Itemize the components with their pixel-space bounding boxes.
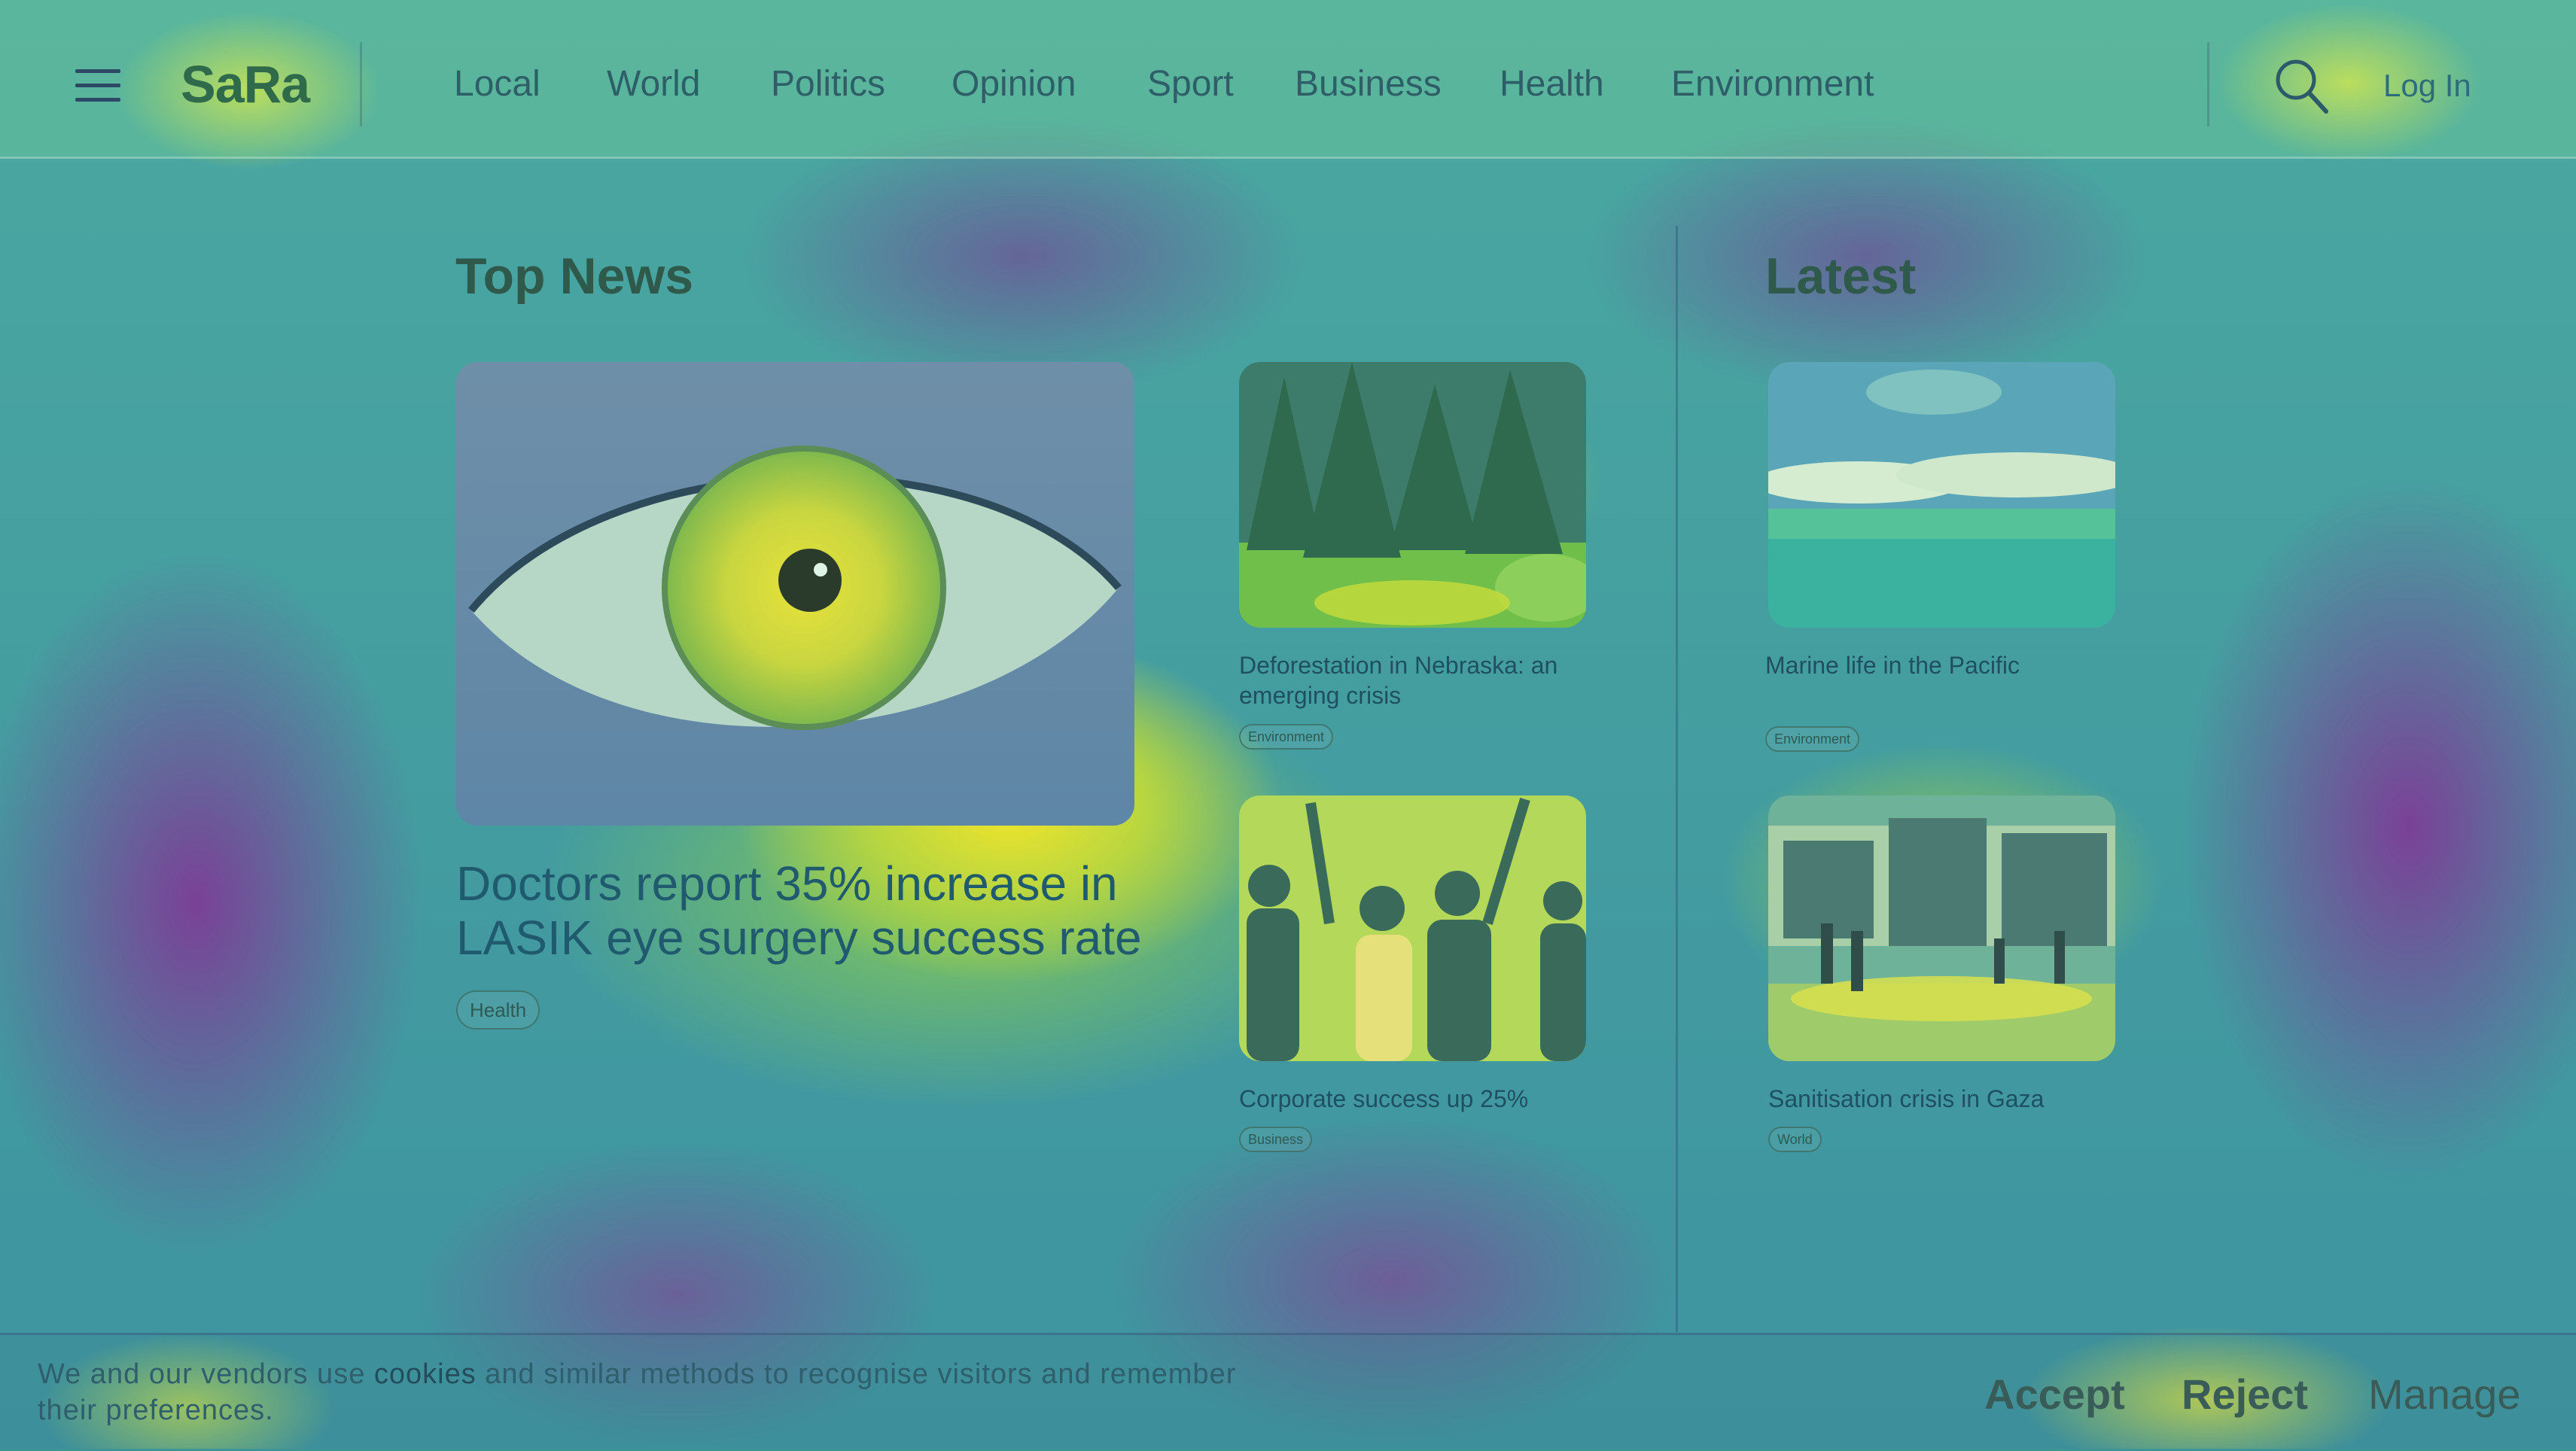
accept-button[interactable]: Accept	[1984, 1370, 2125, 1419]
manage-button[interactable]: Manage	[2368, 1370, 2520, 1419]
ocean-tag-environment[interactable]: Environment	[1765, 726, 1860, 752]
top-news-heading: Top News	[455, 248, 694, 305]
corporate-caption[interactable]: Corporate success up 25%	[1239, 1084, 1593, 1114]
column-divider	[1676, 226, 1678, 1332]
feature-headline[interactable]: Doctors report 35% increase in LASIK eye…	[456, 856, 1149, 965]
site-header: SaRa Local World Politics Opinion Sport …	[0, 0, 2576, 159]
forest-tag-environment[interactable]: Environment	[1239, 724, 1334, 750]
gaza-tag-world[interactable]: World	[1768, 1127, 1822, 1152]
nav-local[interactable]: Local	[454, 63, 540, 105]
cookie-message: We and our vendors use cookies and simil…	[38, 1358, 1237, 1426]
nav-world[interactable]: World	[607, 63, 700, 105]
forest-image[interactable]	[1239, 362, 1586, 628]
cookie-banner: We and our vendors use cookies and simil…	[0, 1333, 2576, 1451]
feature-image-eye[interactable]	[456, 362, 1134, 826]
cookies-link[interactable]: cookies	[374, 1358, 477, 1390]
header-divider-right	[2207, 42, 2209, 126]
nav-sport[interactable]: Sport	[1147, 63, 1234, 105]
gaza-image[interactable]	[1768, 795, 2115, 1061]
news-page: SaRa Local World Politics Opinion Sport …	[0, 0, 2576, 1451]
ocean-caption[interactable]: Marine life in the Pacific	[1765, 650, 2119, 680]
latest-heading: Latest	[1765, 248, 1917, 305]
gaza-caption[interactable]: Sanitisation crisis in Gaza	[1768, 1084, 2122, 1114]
site-logo[interactable]: SaRa	[181, 54, 310, 114]
nav-opinion[interactable]: Opinion	[952, 63, 1076, 105]
forest-caption[interactable]: Deforestation in Nebraska: an emerging c…	[1239, 650, 1593, 710]
corporate-tag-business[interactable]: Business	[1239, 1127, 1313, 1152]
nav-business[interactable]: Business	[1295, 63, 1442, 105]
feature-tag-health[interactable]: Health	[456, 990, 540, 1030]
hamburger-menu-icon[interactable]	[75, 69, 120, 102]
login-link[interactable]: Log In	[2383, 68, 2471, 104]
corporate-image[interactable]	[1239, 795, 1586, 1061]
nav-environment[interactable]: Environment	[1671, 63, 1874, 105]
nav-politics[interactable]: Politics	[771, 63, 885, 105]
header-divider	[360, 42, 362, 126]
reject-button[interactable]: Reject	[2182, 1370, 2308, 1419]
search-icon[interactable]	[2272, 56, 2332, 116]
ocean-image[interactable]	[1768, 362, 2115, 628]
nav-health[interactable]: Health	[1500, 63, 1604, 105]
